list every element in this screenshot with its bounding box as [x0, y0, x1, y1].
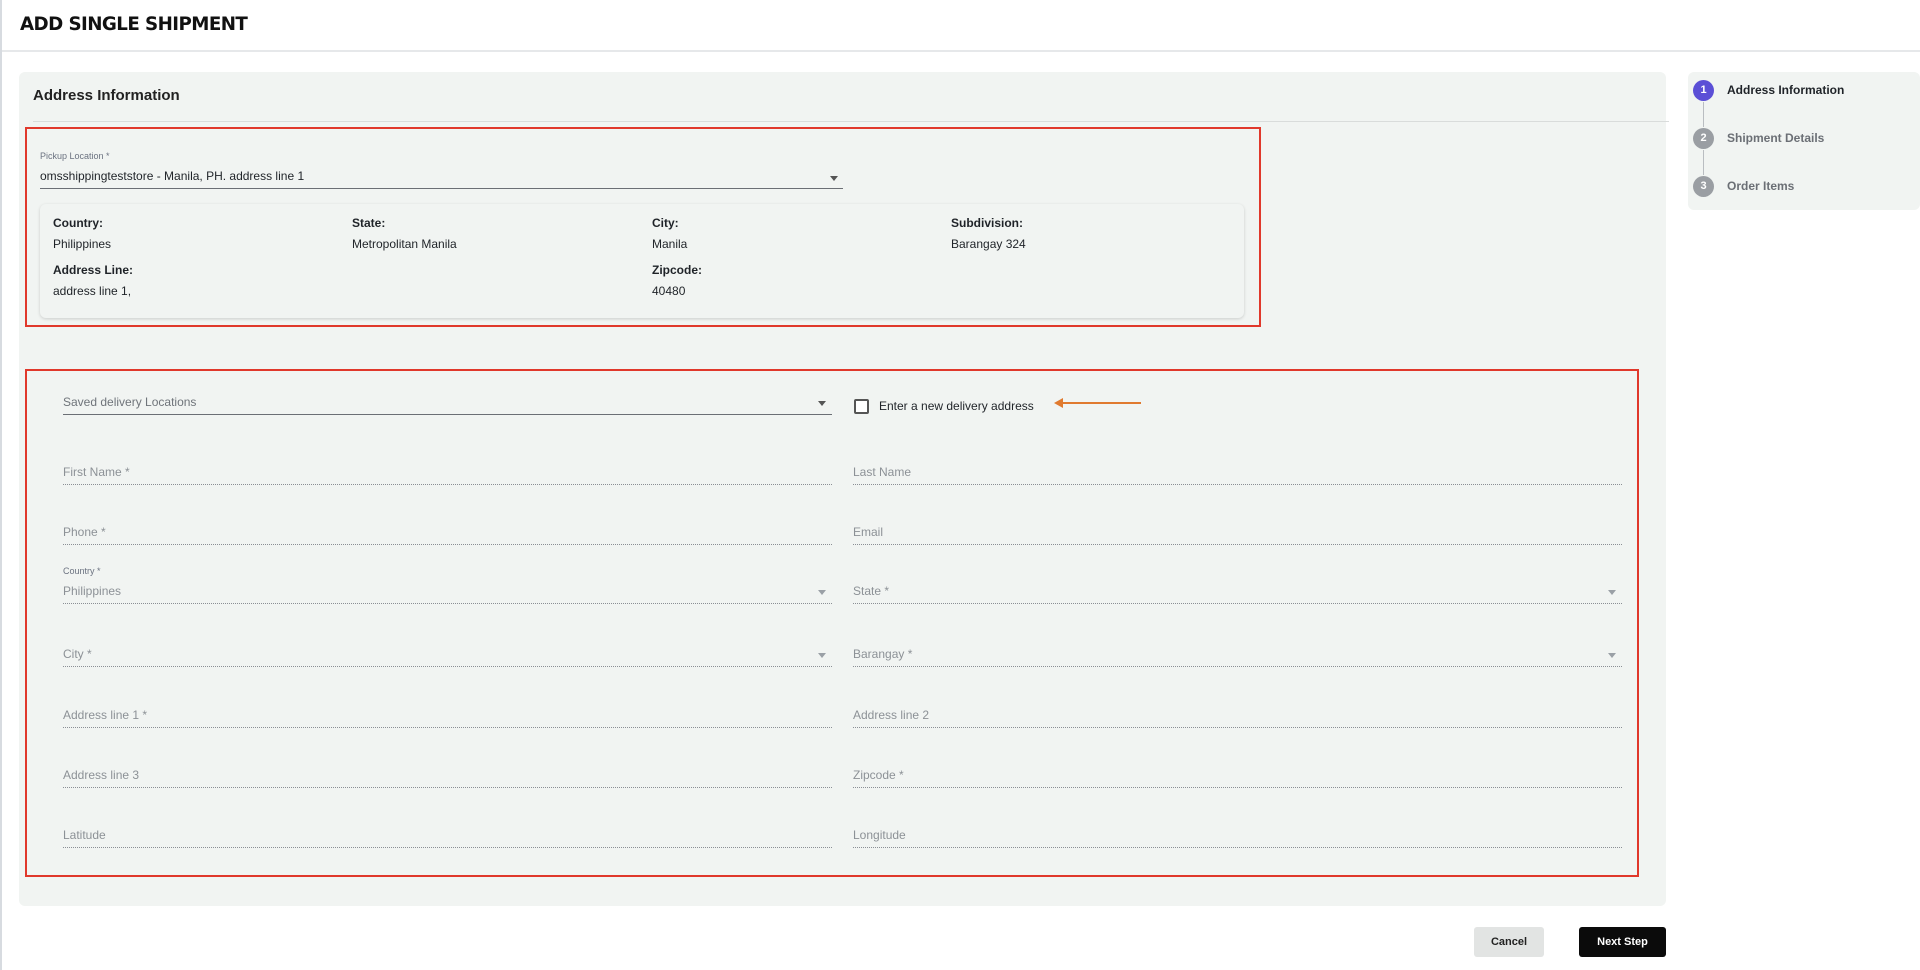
zipcode-field[interactable]: Zipcode * — [853, 764, 1622, 788]
state-value: Metropolitan Manila — [352, 237, 457, 251]
city-select[interactable]: City * — [63, 643, 832, 667]
last-name-placeholder: Last Name — [853, 465, 912, 479]
state-placeholder: State * — [853, 584, 890, 598]
address-line-1-field[interactable]: Address line 1 * — [63, 704, 832, 728]
address-line-3-placeholder: Address line 3 — [63, 768, 140, 782]
progress-stepper: 1 Address Information 2 Shipment Details… — [1688, 72, 1920, 210]
next-step-button[interactable]: Next Step — [1579, 927, 1666, 957]
delivery-highlight-box — [25, 369, 1639, 877]
barangay-select[interactable]: Barangay * — [853, 643, 1622, 667]
section-title: Address Information — [33, 87, 180, 104]
address-line-2-field[interactable]: Address line 2 — [853, 704, 1622, 728]
saved-delivery-locations-select[interactable]: Saved delivery Locations — [63, 391, 832, 415]
longitude-field[interactable]: Longitude — [853, 824, 1622, 848]
city-placeholder: City * — [63, 647, 92, 661]
address-line-2-placeholder: Address line 2 — [853, 708, 930, 722]
address-line-3-field[interactable]: Address line 3 — [63, 764, 832, 788]
address-value: address line 1, — [53, 284, 132, 298]
new-delivery-address-label[interactable]: Enter a new delivery address — [879, 399, 1034, 413]
section-divider — [33, 121, 1669, 122]
chevron-down-icon — [1608, 653, 1616, 658]
step-number-badge: 1 — [1693, 80, 1714, 101]
saved-locations-placeholder: Saved delivery Locations — [63, 395, 197, 409]
new-delivery-address-checkbox[interactable] — [854, 399, 869, 414]
chevron-down-icon — [818, 590, 826, 595]
chevron-down-icon — [1608, 590, 1616, 595]
pickup-zipcode: Zipcode: 40480 — [652, 263, 702, 298]
city-key: City: — [652, 216, 679, 230]
pickup-location-select[interactable]: omsshippingteststore - Manila, PH. addre… — [40, 166, 843, 189]
step-label: Shipment Details — [1727, 131, 1825, 145]
pickup-city: City: Manila — [652, 216, 687, 251]
state-select[interactable]: State * — [853, 580, 1622, 604]
step-label: Order Items — [1727, 179, 1795, 193]
city-value: Manila — [652, 237, 688, 251]
chevron-down-icon — [830, 176, 838, 181]
email-field[interactable]: Email — [853, 521, 1622, 545]
country-value: Philippines — [53, 237, 112, 251]
address-key: Address Line: — [53, 263, 134, 277]
pickup-address-card: Country: Philippines State: Metropolitan… — [40, 204, 1244, 318]
barangay-placeholder: Barangay * — [853, 647, 913, 661]
left-border — [0, 0, 2, 970]
step-label: Address Information — [1727, 83, 1845, 97]
pickup-location-value: omsshippingteststore - Manila, PH. addre… — [40, 169, 305, 183]
chevron-down-icon — [818, 401, 826, 406]
subdivision-key: Subdivision: — [951, 216, 1023, 230]
step-number-badge: 2 — [1693, 128, 1714, 149]
chevron-down-icon — [818, 653, 826, 658]
annotation-arrow — [1061, 402, 1141, 404]
latitude-field[interactable]: Latitude — [63, 824, 832, 848]
phone-field[interactable]: Phone * — [63, 521, 832, 545]
pickup-address-line: Address Line: address line 1, — [53, 263, 133, 298]
zipcode-placeholder: Zipcode * — [853, 768, 904, 782]
country-key: Country: — [53, 216, 103, 230]
state-key: State: — [352, 216, 386, 230]
first-name-placeholder: First Name * — [63, 465, 130, 479]
pickup-subdivision: Subdivision: Barangay 324 — [951, 216, 1026, 251]
subdivision-value: Barangay 324 — [951, 237, 1026, 251]
email-placeholder: Email — [853, 525, 884, 539]
page-title: ADD SINGLE SHIPMENT — [20, 13, 248, 35]
pickup-state: State: Metropolitan Manila — [352, 216, 457, 251]
country-field-label: Country * — [63, 566, 101, 576]
zipcode-key: Zipcode: — [652, 263, 702, 277]
step-connector — [1703, 102, 1704, 127]
zipcode-value: 40480 — [652, 284, 686, 298]
last-name-field[interactable]: Last Name — [853, 461, 1622, 485]
header-divider — [2, 50, 1920, 52]
pickup-country: Country: Philippines — [53, 216, 111, 251]
address-line-1-placeholder: Address line 1 * — [63, 708, 148, 722]
step-number-badge: 3 — [1693, 176, 1714, 197]
country-select[interactable]: Philippines — [63, 580, 832, 604]
pickup-location-label: Pickup Location * — [40, 151, 110, 161]
latitude-placeholder: Latitude — [63, 828, 106, 842]
country-value: Philippines — [63, 584, 122, 598]
step-connector — [1703, 150, 1704, 175]
first-name-field[interactable]: First Name * — [63, 461, 832, 485]
longitude-placeholder: Longitude — [853, 828, 906, 842]
cancel-button[interactable]: Cancel — [1474, 927, 1544, 957]
phone-placeholder: Phone * — [63, 525, 106, 539]
